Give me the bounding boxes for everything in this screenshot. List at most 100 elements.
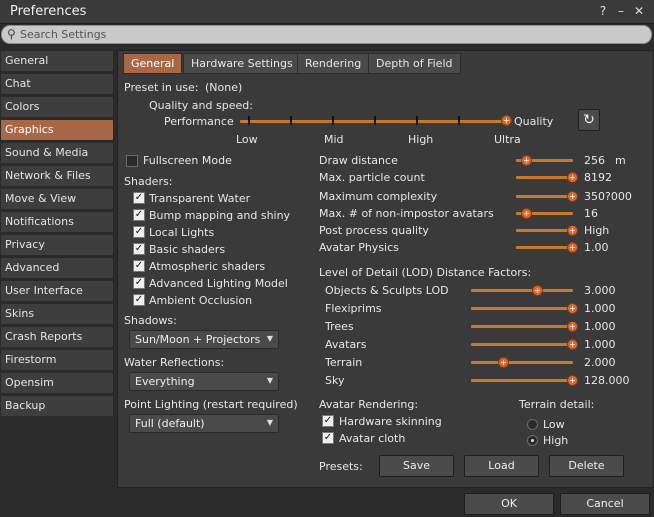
water-reflections-dropdown-value: Everything — [135, 375, 195, 388]
post-process-quality-slider-knob[interactable]: + — [567, 225, 578, 236]
avatar-physics-value: 1.00 — [584, 241, 609, 254]
atmospheric-shaders-checkbox[interactable]: ✓ — [133, 260, 145, 272]
draw-distance-label: Draw distance — [319, 154, 398, 167]
terrain-detail-high-label: High — [543, 434, 569, 447]
post-process-quality-label: Post process quality — [319, 224, 429, 237]
search-input[interactable] — [20, 27, 620, 42]
draw-distance-unit: m — [615, 154, 626, 167]
load-preset-button[interactable]: Load — [464, 455, 539, 477]
tab-hardware-settings[interactable]: Hardware Settings — [183, 53, 301, 74]
shaders-heading: Shaders: — [124, 175, 173, 188]
quality-tick — [458, 116, 460, 125]
ambient-occlusion-checkbox[interactable]: ✓ — [133, 294, 145, 306]
lod-objects-slider-track — [471, 289, 573, 292]
sidebar-item-general[interactable]: General — [0, 50, 114, 72]
avatar-cloth-checkbox[interactable]: ✓ — [322, 432, 334, 444]
lod-sky-slider-knob[interactable]: + — [567, 375, 578, 386]
sidebar-item-colors[interactable]: Colors — [0, 96, 114, 118]
terrain-detail-high-radio[interactable] — [527, 435, 538, 446]
fullscreen-label: Fullscreen Mode — [143, 154, 232, 167]
terrain-detail-low-radio[interactable] — [527, 419, 538, 430]
lod-trees-label: Trees — [325, 320, 354, 333]
lod-terrain-slider-knob[interactable]: + — [498, 357, 509, 368]
transparent-water-checkbox[interactable]: ✓ — [133, 192, 145, 204]
sidebar-item-graphics[interactable]: Graphics — [0, 119, 114, 141]
sidebar-item-backup[interactable]: Backup — [0, 395, 114, 417]
hardware-skinning-checkbox[interactable]: ✓ — [322, 415, 334, 427]
point-lighting-dropdown[interactable]: Full (default) ▼ — [129, 414, 279, 433]
sidebar-item-notifications[interactable]: Notifications — [0, 211, 114, 233]
basic-shaders-checkbox[interactable]: ✓ — [133, 243, 145, 255]
advanced-lighting-checkbox[interactable]: ✓ — [133, 277, 145, 289]
max-complexity-label: Maximum complexity — [319, 190, 438, 203]
max-complexity-slider-knob[interactable]: + — [567, 191, 578, 202]
lod-sky-slider-track — [471, 379, 573, 382]
save-preset-button[interactable]: Save — [379, 455, 454, 477]
terrain-detail-heading: Terrain detail: — [519, 398, 595, 411]
chevron-down-icon: ▼ — [266, 376, 273, 385]
draw-distance-slider-knob[interactable]: + — [521, 155, 532, 166]
sidebar-item-firestorm[interactable]: Firestorm — [0, 349, 114, 371]
lod-trees-slider-track — [471, 325, 573, 328]
sidebar-item-user-interface[interactable]: User Interface — [0, 280, 114, 302]
avatar-physics-label: Avatar Physics — [319, 241, 399, 254]
point-lighting-label: Point Lighting (restart required) — [124, 398, 298, 411]
close-button[interactable]: ✕ — [632, 4, 646, 18]
lod-flexiprims-value: 1.000 — [584, 302, 616, 315]
ok-button[interactable]: OK — [464, 493, 554, 515]
lod-heading: Level of Detail (LOD) Distance Factors: — [319, 266, 532, 279]
quality-tick — [416, 116, 418, 125]
lod-objects-slider-knob[interactable]: + — [532, 285, 543, 296]
bump-mapping-label: Bump mapping and shiny — [149, 209, 291, 222]
local-lights-checkbox[interactable]: ✓ — [133, 226, 145, 238]
sidebar-item-advanced[interactable]: Advanced — [0, 257, 114, 279]
avatar-cloth-label: Avatar cloth — [339, 432, 406, 445]
basic-shaders-label: Basic shaders — [149, 243, 226, 256]
lod-trees-value: 1.000 — [584, 320, 616, 333]
help-button[interactable]: ? — [596, 4, 610, 18]
lod-flexiprims-label: Flexiprims — [325, 302, 382, 315]
cancel-button[interactable]: Cancel — [560, 493, 650, 515]
avatar-physics-slider-knob[interactable]: + — [567, 242, 578, 253]
non-impostor-avatars-slider-knob[interactable]: + — [521, 208, 532, 219]
particle-count-slider-knob[interactable]: + — [567, 172, 578, 183]
reset-quality-button[interactable]: ↻ — [578, 109, 600, 131]
shadows-dropdown-value: Sun/Moon + Projectors — [135, 333, 261, 346]
atmospheric-shaders-label: Atmospheric shaders — [149, 260, 266, 273]
tab-rendering[interactable]: Rendering — [297, 53, 370, 74]
sidebar-item-move-view[interactable]: Move & View — [0, 188, 114, 210]
lod-terrain-value: 2.000 — [584, 356, 616, 369]
shadows-dropdown[interactable]: Sun/Moon + Projectors ▼ — [129, 330, 279, 349]
quality-tick — [290, 116, 292, 125]
minimize-button[interactable]: – — [614, 4, 628, 18]
sidebar-item-chat[interactable]: Chat — [0, 73, 114, 95]
tab-general[interactable]: General — [123, 53, 183, 74]
fullscreen-checkbox[interactable] — [126, 155, 138, 167]
lod-avatars-slider-knob[interactable]: + — [567, 339, 578, 350]
lod-flexiprims-slider-knob[interactable]: + — [567, 303, 578, 314]
sidebar-item-crash-reports[interactable]: Crash Reports — [0, 326, 114, 348]
lod-objects-value: 3.000 — [584, 284, 616, 297]
post-process-quality-slider-track — [516, 229, 573, 232]
sidebar-item-network-files[interactable]: Network & Files — [0, 165, 114, 187]
lod-avatars-label: Avatars — [325, 338, 367, 351]
delete-preset-button[interactable]: Delete — [549, 455, 624, 477]
search-bar: ⚲ — [1, 25, 652, 44]
lod-sky-value: 128.000 — [584, 374, 630, 387]
tab-depth-of-field[interactable]: Depth of Field — [368, 53, 461, 74]
chevron-down-icon: ▼ — [266, 334, 273, 343]
sidebar-item-privacy[interactable]: Privacy — [0, 234, 114, 256]
lod-trees-slider-knob[interactable]: + — [567, 321, 578, 332]
terrain-detail-low-label: Low — [543, 418, 565, 431]
sidebar-item-opensim[interactable]: Opensim — [0, 372, 114, 394]
quality-slider-knob[interactable]: + — [501, 115, 512, 126]
water-reflections-dropdown[interactable]: Everything ▼ — [129, 372, 279, 391]
sidebar-item-skins[interactable]: Skins — [0, 303, 114, 325]
sidebar-item-sound-media[interactable]: Sound & Media — [0, 142, 114, 164]
max-complexity-slider-track — [516, 195, 573, 198]
quality-left-label: Performance — [164, 115, 234, 128]
ambient-occlusion-label: Ambient Occlusion — [149, 294, 253, 307]
bump-mapping-checkbox[interactable]: ✓ — [133, 209, 145, 221]
quality-tick-mid: Mid — [324, 133, 344, 146]
quality-tick-low: Low — [236, 133, 258, 146]
